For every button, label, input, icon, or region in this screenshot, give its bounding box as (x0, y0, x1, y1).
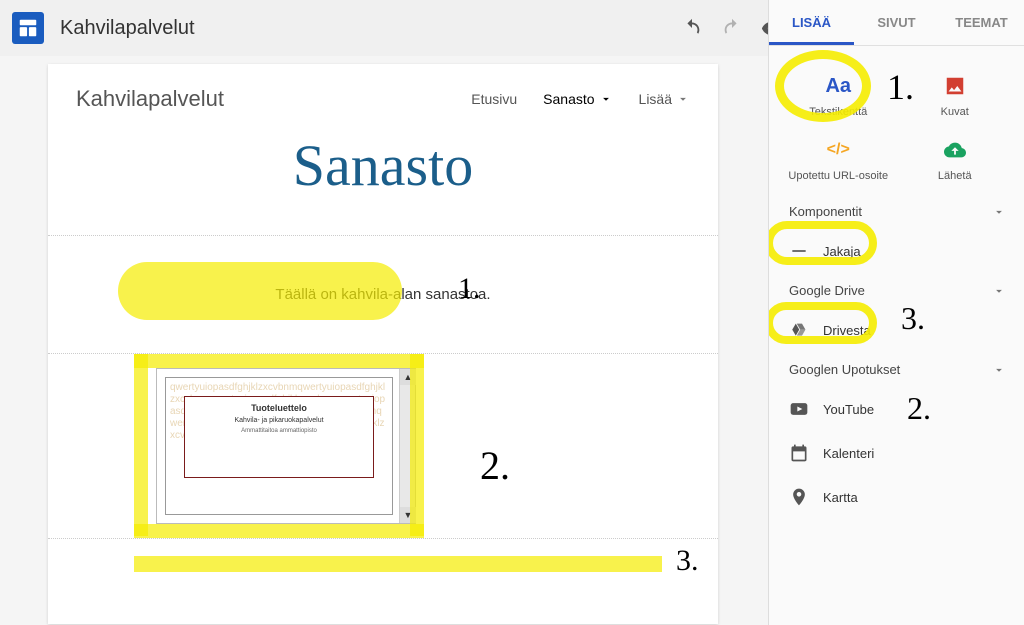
intro-text-block[interactable]: Täällä on kahvila-alan sanastoa. (48, 236, 718, 353)
page-canvas[interactable]: Kahvilapalvelut Etusivu Sanasto Lisää Sa… (48, 64, 718, 624)
annotation-number: 2. (480, 442, 510, 489)
chevron-down-icon (992, 284, 1006, 298)
section-google-embeds-label: Googlen Upotukset (789, 362, 900, 377)
upload-icon (941, 136, 969, 164)
row-from-drive-label: Drivesta (823, 323, 871, 338)
row-calendar[interactable]: Kalenteri (769, 431, 1024, 475)
doc-subtitle: Kahvila- ja pikaruokapalvelut (234, 417, 323, 424)
tab-insert[interactable]: LISÄÄ (769, 0, 854, 45)
insert-embed-url[interactable]: </> Upotettu URL-osoite (783, 130, 894, 188)
section-components-label: Komponentit (789, 204, 862, 219)
redo-icon[interactable] (721, 17, 743, 39)
section-drive-label: Google Drive (789, 283, 865, 298)
nav-more[interactable]: Lisää (639, 91, 690, 107)
row-map[interactable]: Kartta (769, 475, 1024, 519)
right-panel: LISÄÄ SIVUT TEEMAT Aa Tekstikenttä Kuvat… (768, 0, 1024, 625)
youtube-icon (789, 399, 809, 419)
row-from-drive[interactable]: Drivesta (769, 308, 1024, 352)
undo-icon[interactable] (681, 17, 703, 39)
page-site-name[interactable]: Kahvilapalvelut (76, 86, 224, 112)
drive-icon (789, 320, 809, 340)
row-divider-label: Jakaja (823, 244, 861, 259)
sites-logo[interactable] (12, 12, 44, 44)
doc-title: Tuoteluettelo (251, 403, 307, 413)
nav-home[interactable]: Etusivu (471, 91, 517, 107)
tab-pages[interactable]: SIVUT (854, 0, 939, 45)
divider-icon (789, 241, 809, 261)
chevron-down-icon (992, 363, 1006, 377)
image-icon (941, 72, 969, 100)
doc-small: Ammattitaitoa ammattiopisto (241, 428, 317, 434)
annotation-number: 3. (676, 544, 699, 578)
insert-upload-label: Lähetä (902, 170, 1009, 182)
tab-themes[interactable]: TEEMAT (939, 0, 1024, 45)
calendar-icon (789, 443, 809, 463)
insert-images-label: Kuvat (902, 106, 1009, 118)
insert-images[interactable]: Kuvat (900, 66, 1011, 124)
nav-glossary[interactable]: Sanasto (543, 91, 612, 107)
row-youtube-label: YouTube (823, 402, 874, 417)
row-calendar-label: Kalenteri (823, 446, 874, 461)
section-components[interactable]: Komponentit (769, 194, 1024, 229)
chevron-down-icon (676, 92, 690, 106)
panel-body: Aa Tekstikenttä Kuvat </> Upotettu URL-o… (769, 46, 1024, 625)
scroll-down-icon[interactable]: ▼ (400, 507, 416, 523)
row-divider[interactable]: Jakaja (769, 229, 1024, 273)
insert-textbox-label: Tekstikenttä (785, 106, 892, 118)
chevron-down-icon (599, 92, 613, 106)
section-drive[interactable]: Google Drive (769, 273, 1024, 308)
chevron-down-icon (992, 205, 1006, 219)
map-pin-icon (789, 487, 809, 507)
insert-embed-label: Upotettu URL-osoite (785, 170, 892, 182)
insert-textbox[interactable]: Aa Tekstikenttä (783, 66, 894, 124)
panel-tabs: LISÄÄ SIVUT TEEMAT (769, 0, 1024, 46)
page-heading[interactable]: Sanasto (48, 132, 718, 199)
embed-scrollbar[interactable]: ▲ ▼ (399, 369, 415, 523)
site-title[interactable]: Kahvilapalvelut (60, 17, 195, 40)
insert-upload[interactable]: Lähetä (900, 130, 1011, 188)
page-header: Kahvilapalvelut Etusivu Sanasto Lisää (48, 64, 718, 124)
text-icon: Aa (824, 72, 852, 100)
row-map-label: Kartta (823, 490, 858, 505)
scroll-up-icon[interactable]: ▲ (400, 369, 416, 385)
embed-icon: </> (824, 136, 852, 164)
section-google-embeds[interactable]: Googlen Upotukset (769, 352, 1024, 387)
drive-embed[interactable]: ▲ ▼ qwertyuiopasdfghjklzxcvbnmqwertyuiop… (156, 368, 416, 524)
row-youtube[interactable]: YouTube (769, 387, 1024, 431)
embed-document: qwertyuiopasdfghjklzxcvbnmqwertyuiopasdf… (165, 377, 393, 515)
